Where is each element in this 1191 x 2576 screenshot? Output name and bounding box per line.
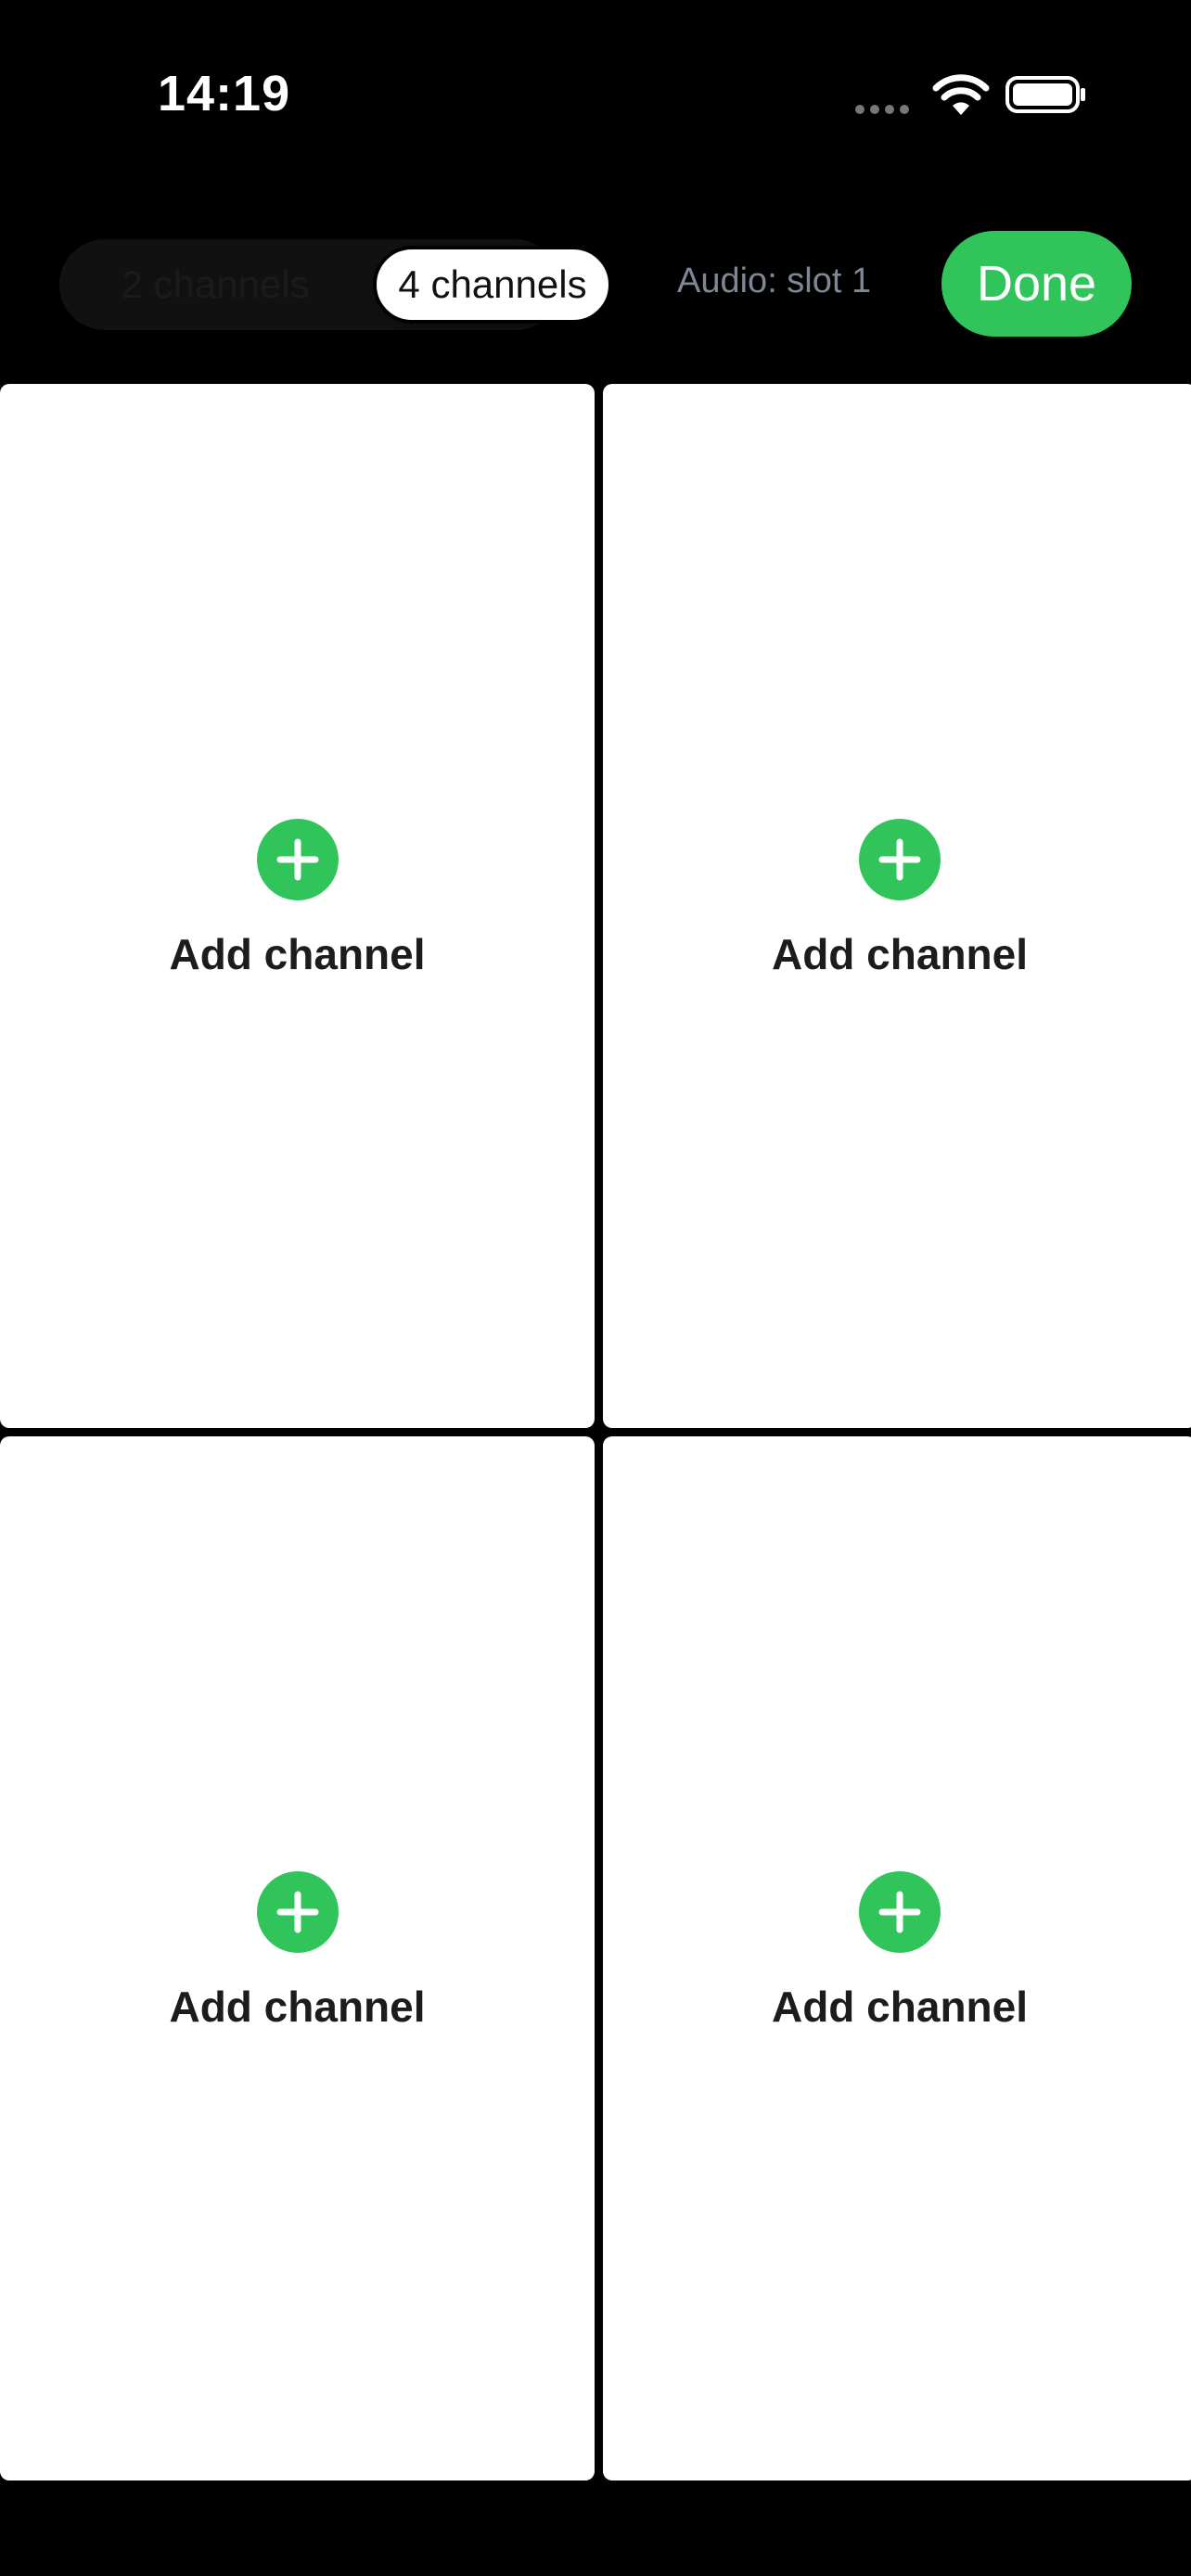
- segment-2-channels[interactable]: 2 channels: [67, 246, 364, 324]
- audio-slot-label: Audio: slot 1: [677, 261, 872, 300]
- wifi-icon: [932, 72, 990, 117]
- done-button[interactable]: Done: [941, 231, 1132, 337]
- add-channel-label: Add channel: [169, 1983, 426, 2031]
- plus-circle-icon[interactable]: [256, 819, 339, 900]
- channel-grid: Add channel Add channel Add channel Add …: [0, 384, 1191, 2481]
- channel-slot-1[interactable]: Add channel: [0, 384, 595, 1428]
- segment-4-channels[interactable]: 4 channels: [373, 246, 612, 324]
- plus-circle-icon[interactable]: [256, 1871, 339, 1953]
- channel-slot-4[interactable]: Add channel: [603, 1436, 1191, 2480]
- channel-slot-2[interactable]: Add channel: [603, 384, 1191, 1428]
- add-channel-label: Add channel: [169, 930, 426, 978]
- plus-circle-icon[interactable]: [859, 819, 941, 900]
- channel-count-segmented-control: 2 channels 4 channels: [59, 239, 612, 330]
- battery-icon: [1005, 74, 1087, 115]
- channel-slot-3[interactable]: Add channel: [0, 1436, 595, 2480]
- signal-dots-icon: [855, 104, 913, 115]
- status-time: 14:19: [158, 66, 291, 121]
- add-channel-label: Add channel: [771, 1983, 1029, 2031]
- add-channel-label: Add channel: [771, 930, 1029, 978]
- plus-circle-icon[interactable]: [859, 1871, 941, 1953]
- status-bar: 14:19: [0, 0, 1191, 195]
